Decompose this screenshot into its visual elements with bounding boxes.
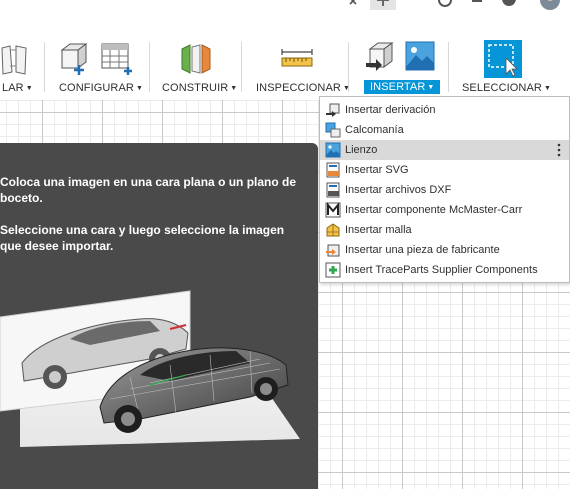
new-component-icon[interactable] — [58, 42, 90, 76]
menu-item-insertar-archivos-dxf[interactable]: Insertar archivos DXF — [320, 180, 569, 200]
close-icon[interactable] — [346, 0, 364, 12]
menu-item-insert-traceparts[interactable]: Insert TraceParts Supplier Components — [320, 260, 569, 280]
surface-patch-icon[interactable] — [0, 44, 30, 76]
construct-plane-icon[interactable] — [180, 43, 214, 75]
mesh-icon — [326, 223, 340, 237]
application-top-bar — [0, 0, 570, 30]
tooltip-description: Coloca una imagen en una cara plana o un… — [0, 174, 305, 270]
menu-item-calcomania[interactable]: Calcomanía — [320, 120, 569, 140]
insert-derive-icon[interactable] — [364, 41, 394, 75]
manufacturer-part-icon — [326, 244, 340, 257]
toolbar-group-label-construir[interactable]: CONSTRUIR ▼ — [162, 82, 237, 94]
decal-icon — [325, 122, 341, 138]
toolbar: LAR ▼ CONFIGURAR ▼ CONSTRUIR ▼ INSPECCIONAR… — [0, 30, 570, 100]
tooltip-paragraph-1: Coloca una imagen en una cara plana o un… — [0, 175, 297, 205]
traceparts-icon — [325, 262, 341, 278]
toolbar-group-label-configurar[interactable]: CONFIGURAR ▼ — [59, 82, 143, 94]
measure-ruler-icon[interactable] — [281, 49, 313, 69]
toolbar-separator — [149, 42, 150, 92]
svg-file-icon — [326, 162, 340, 178]
user-avatar[interactable] — [538, 0, 562, 16]
toolbar-group-label-lar[interactable]: LAR ▼ — [2, 82, 33, 94]
toolbar-separator — [44, 42, 45, 92]
sync-icon[interactable] — [406, 0, 424, 12]
insert-dropdown-menu: Insertar derivación Calcomanía Lienzo In… — [319, 96, 570, 283]
toolbar-separator — [448, 42, 449, 92]
toolbar-group-label-seleccionar[interactable]: SELECCIONAR ▼ — [462, 82, 551, 94]
toolbar-separator — [348, 42, 349, 92]
toolbar-group-label-inspeccionar[interactable]: INSPECCIONAR ▼ — [256, 82, 350, 94]
menu-item-insertar-componente-mcmaster[interactable]: Insertar componente McMaster-Carr — [320, 200, 569, 220]
tooltip-paragraph-2: Seleccione una cara y luego seleccione l… — [0, 223, 285, 253]
canvas-car-illustration — [0, 290, 300, 447]
new-tab-plus-icon[interactable] — [370, 0, 396, 16]
mcmaster-icon — [325, 202, 341, 218]
menu-item-insertar-pieza-fabricante[interactable]: Insertar una pieza de fabricante — [320, 240, 569, 260]
tooltip-panel: Coloca una imagen en una cara plana o un… — [0, 143, 318, 489]
help-icon[interactable] — [500, 0, 518, 12]
menu-item-insertar-derivacion[interactable]: Insertar derivación — [320, 100, 569, 120]
canvas-image-icon — [325, 142, 341, 158]
menu-item-insertar-svg[interactable]: Insertar SVG — [320, 160, 569, 180]
top-right-tools — [340, 0, 570, 16]
notifications-bell-icon[interactable] — [468, 0, 486, 12]
menu-item-insertar-malla[interactable]: Insertar malla — [320, 220, 569, 240]
dxf-file-icon — [326, 182, 340, 198]
derive-icon — [326, 103, 340, 117]
select-window-icon[interactable] — [484, 40, 522, 78]
toolbar-group-label-insertar[interactable]: INSERTAR ▼ — [364, 80, 441, 94]
vertical-ellipsis-icon[interactable] — [557, 143, 561, 157]
parameters-table-icon[interactable] — [100, 42, 134, 76]
job-status-icon[interactable] — [436, 0, 454, 12]
insert-image-icon[interactable] — [405, 41, 435, 71]
menu-item-lienzo[interactable]: Lienzo — [320, 140, 569, 160]
toolbar-separator — [241, 42, 242, 92]
